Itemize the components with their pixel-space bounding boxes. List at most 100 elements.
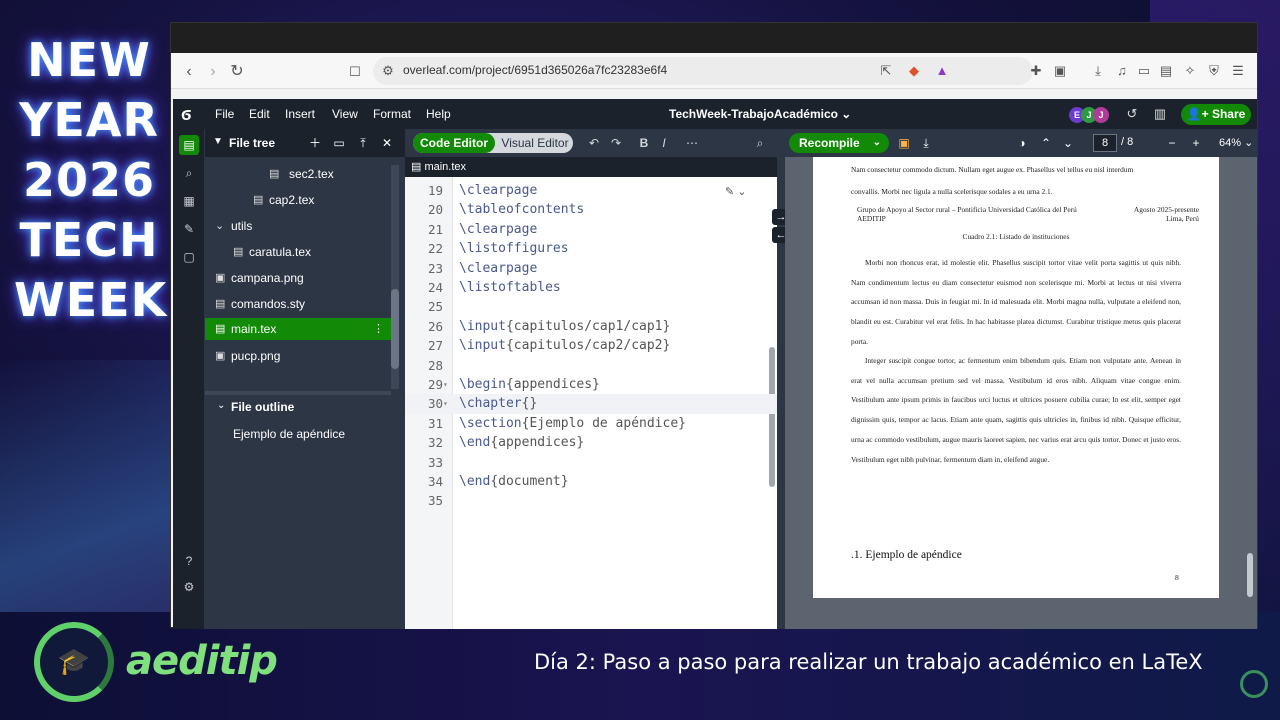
code-line[interactable]: 28 [405,356,777,375]
zoom-in-icon[interactable]: + [1187,134,1205,152]
menu-help[interactable]: Help [426,107,451,121]
file-tree-icon[interactable]: ▤ [179,135,199,155]
leo-ai-icon[interactable]: ✧ [1181,62,1199,80]
code-line[interactable]: 34 \end{document} [405,472,777,491]
review-icon[interactable]: ✎ [179,219,199,239]
browser-tab[interactable] [331,43,471,53]
pdf-scrollbar[interactable] [1247,553,1253,597]
code-line[interactable]: 19 \clearpage [405,181,777,200]
file-tree-item[interactable]: ▤ sec2.tex [205,163,391,185]
code-line[interactable]: 25 [405,297,777,316]
integrations-icon[interactable]: ▦ [179,191,199,211]
menu-format[interactable]: Format [373,107,411,121]
code-editor-button[interactable]: Code Editor [413,133,495,153]
bookmark-icon[interactable]: ☐ [345,62,365,82]
code-line[interactable]: 24 \listoftables [405,278,777,297]
menu-view[interactable]: View [332,107,358,121]
code-line[interactable]: 29 ▾ \begin{appendices} [405,375,777,394]
file-tree-item[interactable]: ▣ pucp.png [205,345,391,367]
file-tree-item[interactable]: ▤ comandos.sty [205,293,391,315]
dark-mode-icon[interactable]: ◑ [1013,134,1031,152]
vpn-icon[interactable]: ⛨ [1205,62,1223,80]
zoom-out-icon[interactable]: − [1163,134,1181,152]
pdf-preview[interactable]: Nam consectetur commodo dictum. Nullam e… [785,157,1257,629]
browser-tab[interactable] [481,43,621,53]
settings-gear-icon[interactable]: ⚙ [179,577,199,597]
download-icon[interactable]: ⤓ [1089,62,1107,80]
panel-splitter[interactable] [777,129,785,629]
code-editor[interactable]: ✎ ⌄ 19 \clearpage 20 \tableofcontents 21 \cle… [405,177,777,629]
code-line[interactable]: 31 \section{Ejemplo de apéndice} [405,414,777,433]
code-line[interactable]: 22 \listoffigures [405,239,777,258]
layout-icon[interactable]: ▥ [1151,105,1169,123]
recompile-button[interactable]: Recompile ⌄ [789,133,889,153]
bold-icon[interactable]: B [635,134,653,152]
url-text[interactable]: overleaf.com/project/6951d365026a7fc2328… [403,63,667,77]
rewards-icon[interactable]: ▲ [933,62,951,80]
new-file-icon[interactable]: ＋ [307,135,323,151]
menu-file[interactable]: File [215,107,234,121]
chat-icon[interactable]: ▢ [179,247,199,267]
next-page-icon[interactable]: ⌄ [1059,134,1077,152]
reload-icon[interactable]: ↻ [227,62,247,82]
chevron-down-icon[interactable]: ▼ [213,136,223,147]
search-icon[interactable]: ⌕ [751,134,769,152]
browser-tab-strip[interactable] [171,23,1257,53]
share-button[interactable]: 👤+ Share [1181,104,1251,125]
code-line[interactable]: 21 \clearpage [405,220,777,239]
open-file-tab[interactable]: ▤ main.tex [405,157,777,177]
brave-shield-icon[interactable]: ◆ [905,62,923,80]
more-options-icon[interactable]: ⋮ [373,318,387,340]
code-line[interactable]: 30 ▾ \chapter{} [405,394,777,414]
menu-insert[interactable]: Insert [285,107,315,121]
avatar[interactable]: J [1093,107,1109,123]
code-line[interactable]: 23 \clearpage [405,259,777,278]
code-line[interactable]: 26 \input{capitulos/cap1/cap1} [405,317,777,336]
outline-item[interactable]: Ejemplo de apéndice [233,427,345,441]
history-icon[interactable]: ↺ [1123,105,1141,123]
share-page-icon[interactable]: ⇱ [877,62,895,80]
help-icon[interactable]: ? [179,551,199,571]
more-icon[interactable]: ⋯ [683,134,701,152]
browser-menu-icon[interactable]: ☰ [1229,62,1247,80]
fold-icon[interactable]: ▾ [443,394,453,413]
code-line[interactable]: 32 \end{appendices} [405,433,777,452]
file-tree-item[interactable]: ▤ caratula.tex [205,241,391,263]
logs-icon[interactable]: ▣ [895,134,913,152]
zoom-level[interactable]: 64% ⌄ [1219,136,1253,149]
media-icon[interactable]: ♫ [1113,62,1131,80]
site-settings-icon[interactable]: ⚙ [379,62,397,80]
search-icon[interactable]: ⌕ [179,163,199,183]
code-line[interactable]: 33 [405,453,777,472]
forward-icon[interactable]: › [203,62,223,82]
file-outline-header[interactable]: ⌄ File outline [205,397,405,421]
panel-resize-handle[interactable] [205,391,391,395]
undo-icon[interactable]: ↶ [585,134,603,152]
file-tree-item-selected[interactable]: ▤ main.tex ⋮ [205,318,391,340]
redo-icon[interactable]: ↷ [607,134,625,152]
code-line[interactable]: 27 \input{capitulos/cap2/cap2} [405,336,777,355]
overleaf-logo-icon[interactable]: ϭ [181,104,201,124]
page-number-input[interactable]: 8 [1093,134,1117,152]
previous-page-icon[interactable]: ⌃ [1037,134,1055,152]
code-line[interactable]: 35 [405,491,777,510]
project-title[interactable]: TechWeek-TrabajoAcadémico ⌄ [669,107,851,121]
menu-edit[interactable]: Edit [249,107,270,121]
file-tree-item[interactable]: ▤ cap2.tex [205,189,391,211]
file-tree-scroll-thumb[interactable] [391,289,399,369]
file-tree-folder[interactable]: ⌄ utils [205,215,391,237]
file-tree-item[interactable]: ▣ campana.png [205,267,391,289]
new-folder-icon[interactable]: ▭ [331,135,347,151]
wallet-icon[interactable]: ▤ [1157,62,1175,80]
download-pdf-icon[interactable]: ⤓ [917,134,935,152]
visual-editor-button[interactable]: Visual Editor [497,133,573,153]
sidebar-icon[interactable]: ▭ [1135,62,1153,80]
italic-icon[interactable]: I [655,134,673,152]
screenshot-icon[interactable]: ▣ [1051,62,1069,80]
extensions-icon[interactable]: ✚ [1027,62,1045,80]
close-icon[interactable]: ✕ [379,135,395,151]
code-line[interactable]: 20 \tableofcontents [405,200,777,219]
browser-tab[interactable] [181,43,321,53]
upload-icon[interactable]: ⤒ [355,135,371,151]
fold-icon[interactable]: ▾ [443,375,453,394]
